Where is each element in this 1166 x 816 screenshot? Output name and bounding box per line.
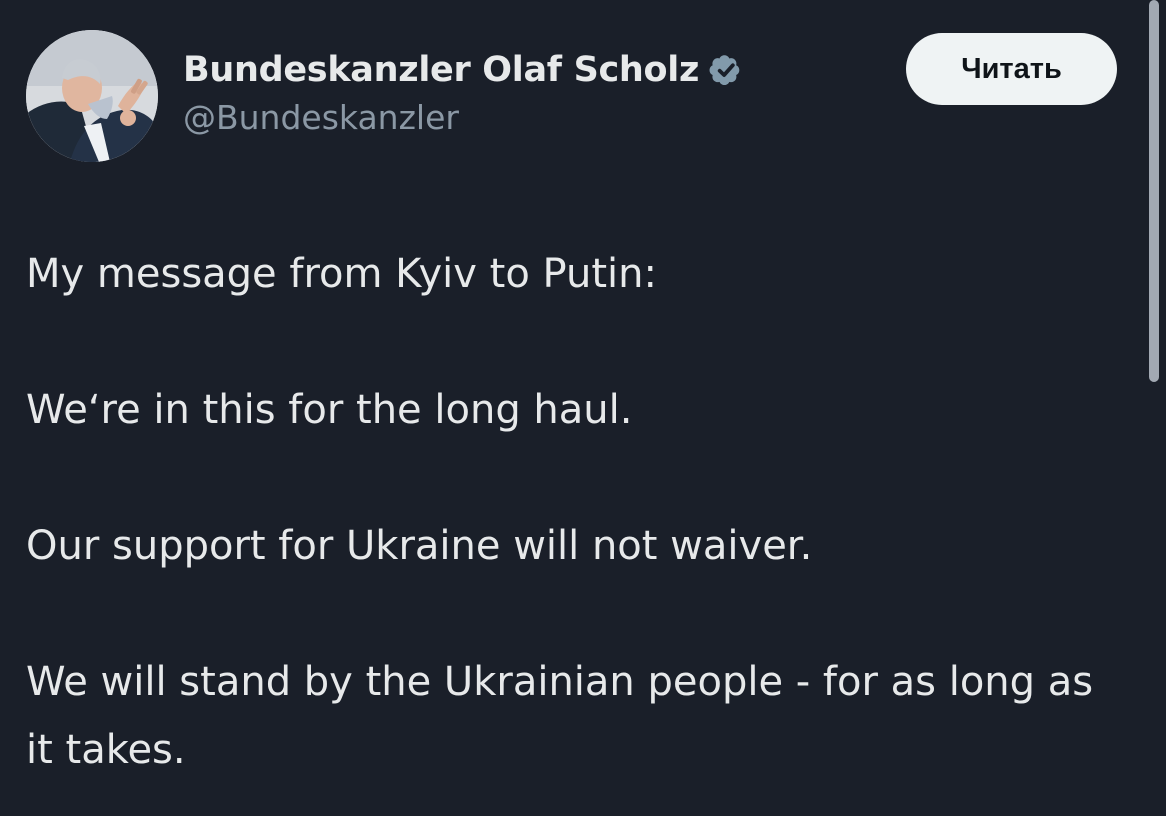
user-handle[interactable]: @Bundeskanzler	[183, 98, 883, 137]
avatar-photo	[26, 30, 158, 162]
display-name-row: Bundeskanzler Olaf Scholz	[183, 48, 883, 92]
tweet-header: Bundeskanzler Olaf Scholz @Bundeskanzler…	[26, 30, 1126, 165]
author-info: Bundeskanzler Olaf Scholz @Bundeskanzler	[183, 48, 883, 137]
display-name[interactable]: Bundeskanzler Olaf Scholz	[183, 50, 699, 90]
tweet-paragraph: We‘re in this for the long haul.	[26, 387, 633, 433]
follow-button[interactable]: Читать	[906, 33, 1117, 105]
tweet-card: Bundeskanzler Olaf Scholz @Bundeskanzler…	[0, 0, 1166, 816]
tweet-paragraph: We will stand by the Ukrainian people - …	[26, 659, 1094, 773]
tweet-text: My message from Kyiv to Putin: We‘re in …	[26, 240, 1096, 784]
scrollbar[interactable]	[1149, 0, 1159, 382]
tweet-paragraph: My message from Kyiv to Putin:	[26, 251, 657, 297]
verified-badge-icon	[709, 55, 740, 86]
avatar[interactable]	[26, 30, 158, 162]
tweet-paragraph: Our support for Ukraine will not waiver.	[26, 523, 813, 569]
